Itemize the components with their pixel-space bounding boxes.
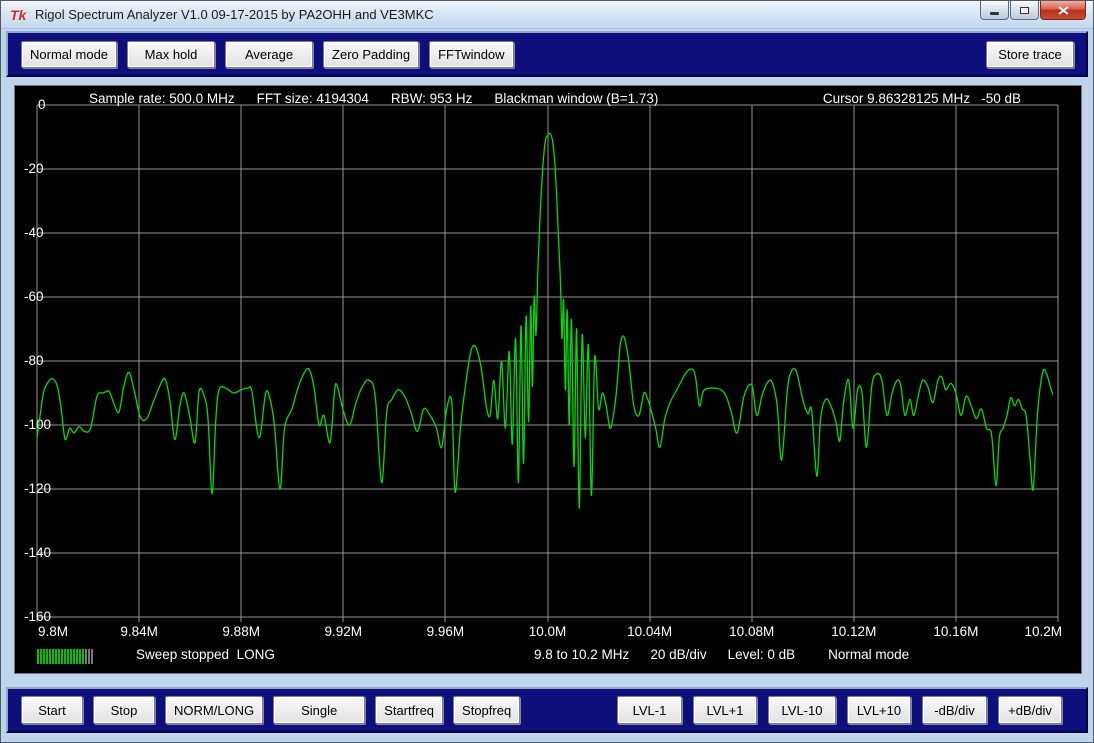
x-tick-label: 9.84M xyxy=(120,624,158,639)
meter-bar xyxy=(46,649,48,664)
meter-bar xyxy=(55,649,57,664)
lvl-10-button[interactable]: LVL-10 xyxy=(768,696,836,724)
spectrum-display[interactable]: 0-20-40-60-80-100-120-140-1609.8M9.84M9.… xyxy=(14,85,1082,674)
x-tick-label: 10.08M xyxy=(729,624,774,639)
single-button[interactable]: Single xyxy=(273,696,365,724)
meter-bar xyxy=(43,649,45,664)
max-hold-button[interactable]: Max hold xyxy=(127,41,215,68)
maximize-button[interactable] xyxy=(1010,1,1039,20)
meter-bar xyxy=(73,649,75,664)
svg-text:Tk: Tk xyxy=(10,7,28,23)
meter-bar xyxy=(61,649,63,664)
meter-bar xyxy=(67,649,69,664)
titlebar[interactable]: Tk Rigol Spectrum Analyzer V1.0 09-17-20… xyxy=(1,1,1093,29)
window-title: Rigol Spectrum Analyzer V1.0 09-17-2015 … xyxy=(35,7,434,22)
meter-bar xyxy=(91,649,93,664)
top-button-group: Normal mode Max hold Average Zero Padding FF… xyxy=(21,41,514,68)
level-button-group: LVL-1 LVL+1 LVL-10 LVL+10 -dB/div +dB/div xyxy=(617,696,1062,724)
db-div-button[interactable]: -dB/div xyxy=(922,696,987,724)
status-segment: Normal mode xyxy=(828,647,909,662)
y-tick-label: 0 xyxy=(38,97,46,112)
status-segment: Sample rate: 500.0 MHz xyxy=(89,91,235,106)
meter-bar xyxy=(88,649,90,664)
x-tick-label: 9.92M xyxy=(325,624,363,639)
x-tick-label: 10.2M xyxy=(1024,624,1062,639)
x-tick-label: 10.12M xyxy=(831,624,876,639)
minimize-button[interactable] xyxy=(980,1,1009,20)
norm-long-button[interactable]: NORM/LONG xyxy=(165,696,263,724)
y-tick-label: -60 xyxy=(24,289,44,304)
status-segment: Level: 0 dB xyxy=(728,647,796,662)
lvlplus10-button[interactable]: LVL+10 xyxy=(847,696,911,724)
normal-mode-button[interactable]: Normal mode xyxy=(21,41,117,68)
grid xyxy=(37,105,1058,622)
x-tick-label: 9.8M xyxy=(38,624,68,639)
meter-bar xyxy=(52,649,54,664)
cursor-readout: Cursor 9.86328125 MHz -50 dB xyxy=(823,91,1021,106)
meter-bar xyxy=(70,649,72,664)
y-tick-label: -120 xyxy=(24,481,51,496)
average-button[interactable]: Average xyxy=(225,41,313,68)
bottom-toolbar: Start Stop NORM/LONG Single Startfreq Stopfre… xyxy=(6,687,1088,733)
sweep-button-group: Start Stop NORM/LONG Single Startfreq Stopfre… xyxy=(21,696,520,724)
zero-padding-button[interactable]: Zero Padding xyxy=(323,41,419,68)
store-trace-button[interactable]: Store trace xyxy=(986,41,1074,68)
meter-bar xyxy=(79,649,81,664)
status-segment: RBW: 953 Hz xyxy=(391,91,473,106)
plusdb-div-button[interactable]: +dB/div xyxy=(998,696,1062,724)
x-tick-label: 10.0M xyxy=(529,624,567,639)
y-tick-label: -40 xyxy=(24,225,44,240)
meter-bar xyxy=(85,649,87,664)
meter-bar xyxy=(49,649,51,664)
x-tick-label: 9.96M xyxy=(427,624,465,639)
app-window: Tk Rigol Spectrum Analyzer V1.0 09-17-20… xyxy=(0,0,1094,743)
lvlplus1-button[interactable]: LVL+1 xyxy=(693,696,757,724)
meter-bar xyxy=(58,649,60,664)
x-tick-label: 10.16M xyxy=(933,624,978,639)
acquisition-status: Sample rate: 500.0 MHz FFT size: 4194304 R… xyxy=(89,91,658,106)
status-segment: Blackman window (B=1.73) xyxy=(494,91,658,106)
meter-bar xyxy=(76,649,78,664)
spectrum-trace xyxy=(37,133,1053,508)
top-toolbar: Normal mode Max hold Average Zero Padding FF… xyxy=(6,31,1088,77)
meter-bar xyxy=(37,649,39,664)
close-button[interactable] xyxy=(1040,1,1086,20)
y-tick-label: -80 xyxy=(24,353,44,368)
span-status: 9.8 to 10.2 MHz 20 dB/div Level: 0 dB Norma… xyxy=(534,647,909,662)
stop-button[interactable]: Stop xyxy=(93,696,155,724)
y-tick-label: -20 xyxy=(24,161,44,176)
minimize-icon xyxy=(990,12,999,15)
axis-labels: 0-20-40-60-80-100-120-140-1609.8M9.84M9.… xyxy=(24,97,1062,639)
maximize-icon xyxy=(1020,7,1029,14)
start-button[interactable]: Start xyxy=(21,696,83,724)
meter-bar xyxy=(64,649,66,664)
window-controls xyxy=(979,1,1086,20)
meter-bar xyxy=(40,649,42,664)
startfreq-button[interactable]: Startfreq xyxy=(375,696,443,724)
sweep-status: Sweep stopped LONG xyxy=(136,647,275,662)
close-icon xyxy=(1058,6,1069,15)
lvl-1-button[interactable]: LVL-1 xyxy=(617,696,682,724)
spectrum-plot[interactable]: 0-20-40-60-80-100-120-140-1609.8M9.84M9.… xyxy=(15,86,1081,673)
status-segment: 20 dB/div xyxy=(650,647,706,662)
x-tick-label: 10.04M xyxy=(627,624,672,639)
meter-bar xyxy=(82,649,84,664)
sweep-progress-meter xyxy=(37,649,93,664)
status-segment: FFT size: 4194304 xyxy=(257,91,369,106)
stopfreq-button[interactable]: Stopfreq xyxy=(453,696,520,724)
y-tick-label: -160 xyxy=(24,609,51,624)
tk-app-icon: Tk xyxy=(10,7,28,23)
x-tick-label: 9.88M xyxy=(222,624,260,639)
fftwindow-button[interactable]: FFTwindow xyxy=(429,41,513,68)
y-tick-label: -140 xyxy=(24,545,51,560)
status-segment: 9.8 to 10.2 MHz xyxy=(534,647,629,662)
